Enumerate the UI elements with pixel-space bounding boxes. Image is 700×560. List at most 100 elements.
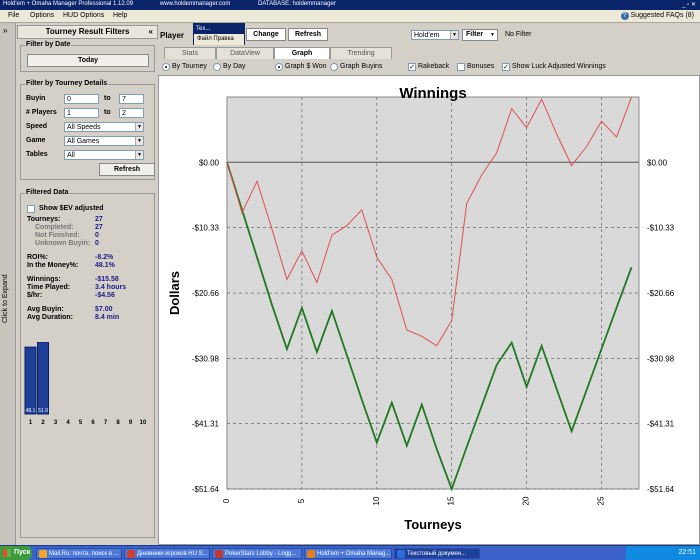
graph-buyins-radio[interactable] — [330, 63, 338, 71]
task-item[interactable]: Mail.Ru: почта, поиск в ... — [36, 548, 122, 559]
menu-hud-options[interactable]: HUD Options — [63, 12, 104, 19]
option-label: Bonuses — [467, 63, 495, 70]
placing-label: 8 — [116, 420, 120, 426]
buyin-to-input[interactable]: 7 — [119, 94, 144, 104]
tables-label: Tables — [26, 151, 48, 158]
stat-value: $7.00 — [95, 306, 113, 313]
tab-graph[interactable]: Graph — [274, 47, 330, 59]
by-day-radio[interactable] — [213, 63, 221, 71]
start-button[interactable]: Пуск — [0, 546, 32, 560]
change-player-button[interactable]: Change — [246, 28, 286, 41]
taskbar: Пуск Mail.Ru: почта, поиск в ... Дневник… — [0, 545, 700, 560]
notepad-popup-window[interactable]: Tex... Файл Правка — [193, 23, 245, 47]
filter-status: No Filter — [505, 31, 532, 38]
game-select[interactable]: All Games ▼ — [64, 136, 144, 146]
pokerstars-icon — [215, 550, 223, 558]
stat-value: 0 — [95, 240, 99, 247]
chart-title: Winnings — [399, 85, 466, 102]
popup-menu[interactable]: Файл Правка — [197, 36, 234, 42]
stat-label: Winnings: — [27, 276, 61, 283]
game-value: All Games — [67, 138, 100, 145]
game-type-value: Hold'em — [414, 32, 440, 39]
placing-bar-label: 51.9 — [38, 408, 48, 414]
task-item[interactable]: PokerStars Lobby - Logg... — [212, 548, 302, 559]
stat-value: -8.2% — [95, 254, 114, 261]
menu-bar: File Options HUD Options Help ? Suggested… — [0, 10, 700, 23]
stat-value: 27 — [95, 224, 103, 231]
tables-value: All — [67, 152, 75, 159]
y-axis-label: Dollars — [167, 271, 182, 315]
task-item[interactable]: Дневники игроков HU S... — [124, 548, 210, 559]
task-item[interactable]: Текстовый докумен... — [394, 548, 480, 559]
rakeback-checkbox[interactable]: ✓ — [408, 63, 416, 71]
placing-bar — [24, 346, 37, 415]
y-tick-label-right: -$51.64 — [647, 485, 675, 494]
stat-value: 8.4 min — [95, 314, 120, 321]
x-tick-label: 10 — [372, 496, 381, 505]
option-label: By Tourney — [172, 63, 207, 70]
app-title: Hold'em + Omaha Manager Professional 1.1… — [3, 1, 134, 7]
placing-label: 6 — [91, 420, 95, 426]
bonuses-checkbox[interactable] — [457, 63, 465, 71]
chevron-down-icon: ▼ — [450, 31, 458, 39]
x-axis-label: Tourneys — [404, 517, 462, 532]
graph-won-radio[interactable] — [275, 63, 283, 71]
placing-label: 4 — [66, 420, 70, 426]
option-label: Rakeback — [418, 63, 450, 70]
y-tick-label-right: -$20.66 — [647, 289, 675, 298]
refresh-filters-button[interactable]: Refresh — [99, 163, 155, 176]
expand-label: Click to Expand — [2, 274, 9, 323]
expand-arrow-icon: » — [3, 26, 8, 35]
menu-file[interactable]: File — [8, 12, 19, 19]
y-tick-label-left: -$51.64 — [192, 485, 220, 494]
suggested-faqs-link[interactable]: ? Suggested FAQs (8) — [620, 12, 694, 20]
expand-sidebar[interactable]: » Click to Expand — [0, 23, 16, 545]
y-tick-label-left: $0.00 — [199, 158, 220, 167]
filter-label: Filter — [466, 31, 484, 38]
system-tray: 22:51 — [626, 546, 700, 560]
tab-bar: Stats DataView Graph Trending — [158, 45, 700, 59]
menu-options[interactable]: Options — [30, 12, 54, 19]
task-label: Дневники игроков HU S... — [137, 551, 208, 557]
speed-select[interactable]: All Speeds ▼ — [64, 122, 144, 132]
stat-label: Unknown Buyin: — [35, 240, 91, 247]
by-tourney-radio[interactable] — [162, 63, 170, 71]
placing-bar-label: 48.1 — [26, 408, 36, 414]
stat-label: In the Money%: — [27, 262, 79, 269]
group-title: Filtered Data — [25, 189, 70, 196]
tab-stats[interactable]: Stats — [164, 47, 216, 59]
option-label: By Day — [223, 63, 246, 70]
database-label: DATABASE: holdemmanager — [258, 1, 336, 7]
players-from-input[interactable]: 1 — [64, 108, 99, 118]
show-sev-checkbox[interactable] — [27, 205, 35, 213]
winnings-chart: Winnings $0.00 $0.00 -$10.33 -$10.33 -$20.66 -… — [158, 75, 700, 545]
luck-adjusted-checkbox[interactable]: ✓ — [502, 63, 510, 71]
website-label: www.holdemmanager.com — [160, 1, 231, 7]
to-label: to — [104, 95, 111, 102]
task-item[interactable]: Hold'em + Omaha Manag... — [304, 548, 392, 559]
speed-label: Speed — [26, 123, 48, 130]
y-tick-label-right: $0.00 — [647, 158, 668, 167]
tab-dataview[interactable]: DataView — [216, 47, 274, 59]
stat-value: -$15.58 — [95, 276, 119, 283]
players-label: # Players — [26, 109, 57, 116]
y-tick-label-left: -$30.98 — [192, 354, 220, 363]
game-label: Game — [26, 137, 46, 144]
stat-label: Not Finished: — [35, 232, 80, 239]
tab-trending[interactable]: Trending — [330, 47, 392, 59]
stat-value: 3.4 hours — [95, 284, 127, 291]
chevron-down-icon: ▼ — [135, 123, 143, 131]
buyin-from-input[interactable]: 0 — [64, 94, 99, 104]
collapse-icon[interactable]: « — [149, 26, 153, 38]
menu-help[interactable]: Help — [113, 12, 127, 19]
refresh-button[interactable]: Refresh — [288, 28, 328, 41]
filter-button[interactable]: Filter ▼ — [462, 29, 498, 41]
placing-label: 3 — [54, 420, 58, 426]
clock: 22:51 — [678, 549, 696, 556]
tables-select[interactable]: All ▼ — [64, 150, 144, 160]
players-to-input[interactable]: 2 — [119, 108, 144, 118]
window-controls[interactable]: _ ▫ ✕ — [666, 1, 696, 8]
chevron-down-icon: ▼ — [135, 151, 143, 159]
game-type-select[interactable]: Hold'em ▼ — [411, 30, 459, 40]
today-button[interactable]: Today — [27, 54, 149, 67]
